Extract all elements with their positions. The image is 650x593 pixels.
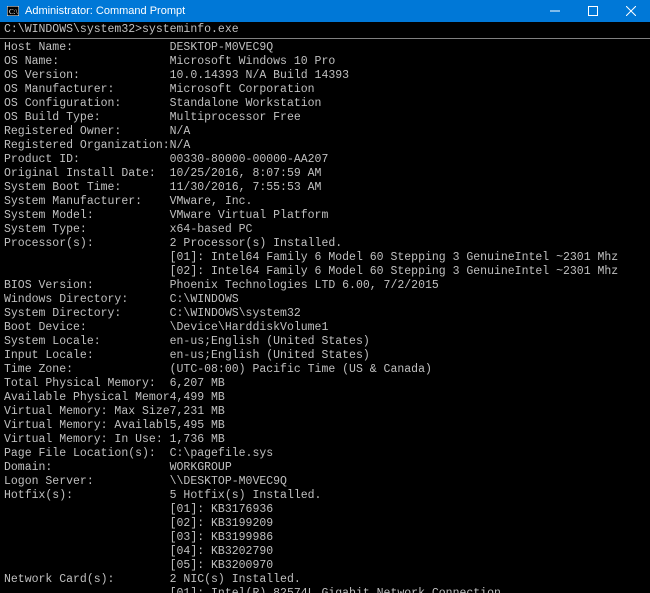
output-line: System Boot Time: 11/30/2016, 7:55:53 AM: [4, 181, 646, 195]
output-line: BIOS Version: Phoenix Technologies LTD 6…: [4, 279, 646, 293]
output-line: Registered Organization:N/A: [4, 139, 646, 153]
output-line: [02]: KB3199209: [4, 517, 646, 531]
output-line: OS Manufacturer: Microsoft Corporation: [4, 83, 646, 97]
cmd-icon: C:\: [6, 4, 20, 18]
output-line: Page File Location(s): C:\pagefile.sys: [4, 447, 646, 461]
maximize-button[interactable]: [574, 0, 612, 22]
output-line: Product ID: 00330-80000-00000-AA207: [4, 153, 646, 167]
output-line: Virtual Memory: In Use: 1,736 MB: [4, 433, 646, 447]
output-line: System Locale: en-us;English (United Sta…: [4, 335, 646, 349]
svg-text:C:\: C:\: [9, 8, 18, 16]
output-line: Input Locale: en-us;English (United Stat…: [4, 349, 646, 363]
output-line: Windows Directory: C:\WINDOWS: [4, 293, 646, 307]
window-titlebar: C:\ Administrator: Command Prompt: [0, 0, 650, 22]
output-line: System Model: VMware Virtual Platform: [4, 209, 646, 223]
output-line: System Manufacturer: VMware, Inc.: [4, 195, 646, 209]
window-title: Administrator: Command Prompt: [25, 5, 536, 17]
output-line: OS Configuration: Standalone Workstation: [4, 97, 646, 111]
command-line: C:\WINDOWS\system32>systeminfo.exe: [0, 22, 650, 39]
output-line: Hotfix(s): 5 Hotfix(s) Installed.: [4, 489, 646, 503]
output-line: Processor(s): 2 Processor(s) Installed.: [4, 237, 646, 251]
output-line: Virtual Memory: Availabl5,495 MB: [4, 419, 646, 433]
output-line: [02]: Intel64 Family 6 Model 60 Stepping…: [4, 265, 646, 279]
output-line: System Type: x64-based PC: [4, 223, 646, 237]
output-line: Host Name: DESKTOP-M0VEC9Q: [4, 41, 646, 55]
output-line: OS Name: Microsoft Windows 10 Pro: [4, 55, 646, 69]
output-line: System Directory: C:\WINDOWS\system32: [4, 307, 646, 321]
minimize-button[interactable]: [536, 0, 574, 22]
output-line: Available Physical Memor4,499 MB: [4, 391, 646, 405]
output-line: [01]: KB3176936: [4, 503, 646, 517]
output-line: Time Zone: (UTC-08:00) Pacific Time (US …: [4, 363, 646, 377]
close-button[interactable]: [612, 0, 650, 22]
output-line: [04]: KB3202790: [4, 545, 646, 559]
output-line: Network Card(s): 2 NIC(s) Installed.: [4, 573, 646, 587]
output-line: Original Install Date: 10/25/2016, 8:07:…: [4, 167, 646, 181]
output-line: Logon Server: \\DESKTOP-M0VEC9Q: [4, 475, 646, 489]
output-line: Total Physical Memory: 6,207 MB: [4, 377, 646, 391]
output-line: Domain: WORKGROUP: [4, 461, 646, 475]
output-line: [05]: KB3200970: [4, 559, 646, 573]
output-line: [01]: Intel(R) 82574L Gigabit Network Co…: [4, 587, 646, 593]
output-line: Registered Owner: N/A: [4, 125, 646, 139]
terminal-output[interactable]: Host Name: DESKTOP-M0VEC9QOS Name: Micro…: [0, 39, 650, 593]
output-line: Virtual Memory: Max Size7,231 MB: [4, 405, 646, 419]
output-line: [03]: KB3199986: [4, 531, 646, 545]
output-line: OS Version: 10.0.14393 N/A Build 14393: [4, 69, 646, 83]
output-line: Boot Device: \Device\HarddiskVolume1: [4, 321, 646, 335]
output-line: [01]: Intel64 Family 6 Model 60 Stepping…: [4, 251, 646, 265]
output-line: OS Build Type: Multiprocessor Free: [4, 111, 646, 125]
